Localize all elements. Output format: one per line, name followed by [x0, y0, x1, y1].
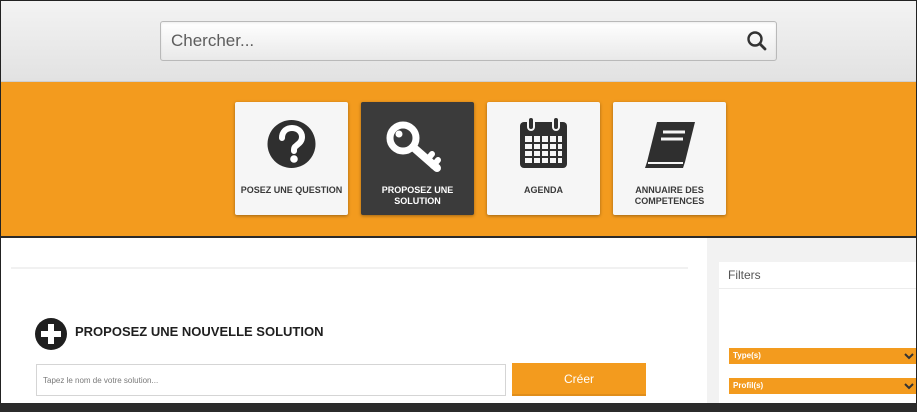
key-icon	[386, 121, 441, 172]
calendar-icon	[520, 116, 567, 168]
tile-propose-solution[interactable]: PROPOSEZ UNE SOLUTION	[361, 102, 474, 215]
chevron-down-icon	[904, 353, 914, 360]
search-box	[160, 21, 777, 61]
tile-label: PROPOSEZ UNE SOLUTION	[381, 185, 454, 206]
divider	[11, 267, 688, 269]
tile-ask-question[interactable]: POSEZ UNE QUESTION	[235, 102, 348, 215]
filters-panel: Filters Type(s) Profil(s)	[719, 262, 916, 407]
chevron-down-icon	[904, 383, 914, 390]
facet-profiles[interactable]: Profil(s)	[729, 378, 916, 394]
facet-label: Profil(s)	[733, 381, 764, 390]
app-frame: POSEZ UNE QUESTION PROPOSEZ UNE SOLUTION	[0, 0, 917, 412]
search-input[interactable]	[161, 22, 731, 60]
filters-sidebar: Filters Type(s) Profil(s)	[707, 238, 916, 411]
book-icon	[645, 122, 695, 168]
filters-title: Filters	[728, 268, 761, 282]
tile-label: ANNUAIRE DES COMPETENCES	[634, 185, 705, 206]
main-content: PROPOSEZ UNE NOUVELLE SOLUTION Créer Fil…	[1, 238, 916, 411]
bottom-bar	[0, 403, 917, 412]
tile-label: AGENDA	[523, 185, 563, 195]
tile-agenda[interactable]: AGENDA	[487, 102, 600, 215]
create-button[interactable]: Créer	[512, 363, 646, 396]
header	[1, 1, 916, 82]
search-icon[interactable]	[744, 28, 770, 54]
section-title: PROPOSEZ UNE NOUVELLE SOLUTION	[75, 324, 324, 339]
divider	[719, 288, 916, 289]
facet-types[interactable]: Type(s)	[729, 348, 916, 364]
solution-name-input[interactable]	[36, 364, 506, 396]
tile-label: POSEZ UNE QUESTION	[240, 185, 343, 195]
question-circle-icon	[267, 120, 316, 168]
nav-band: POSEZ UNE QUESTION PROPOSEZ UNE SOLUTION	[1, 82, 916, 238]
tile-skills-directory[interactable]: ANNUAIRE DES COMPETENCES	[613, 102, 726, 215]
facet-label: Type(s)	[733, 351, 761, 360]
